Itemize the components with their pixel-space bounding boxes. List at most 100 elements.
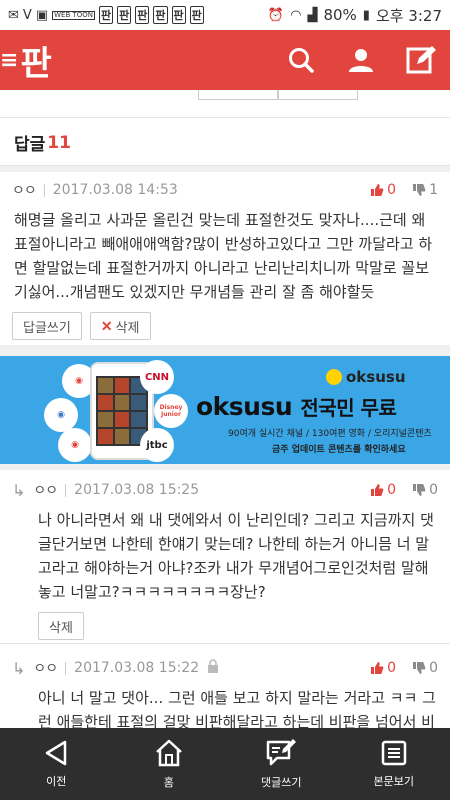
comment-nickname[interactable]: ㅇㅇ [33, 480, 58, 500]
delete-button[interactable]: 삭제 [38, 612, 84, 640]
nav-home[interactable]: 홈 [113, 728, 226, 800]
search-button[interactable] [284, 43, 318, 77]
channel-logo: ◉ [58, 428, 92, 462]
comment-body: 아니 너 말고 댓아... 그런 애들 보고 하지 말라는 거라고 ㅋㅋ 그런 … [38, 689, 436, 728]
profile-button[interactable] [344, 43, 378, 77]
nav-write-comment-label: 댓글쓰기 [261, 776, 302, 789]
upvote-button[interactable]: 0 [370, 660, 396, 676]
nav-view-article[interactable]: 본문보기 [338, 728, 450, 800]
pan-notification-icon: 판 [135, 6, 150, 24]
lock-icon [207, 659, 219, 677]
oksusu-logo-icon [326, 369, 342, 385]
delete-button[interactable]: ✕ 삭제 [89, 312, 151, 340]
upvote-button[interactable]: 0 [370, 182, 396, 198]
webtoon-icon: WEB TOON [52, 10, 96, 20]
app-header: ≡ 판 [0, 30, 450, 90]
downvote-count: 1 [429, 182, 438, 198]
upvote-count: 0 [387, 660, 397, 676]
comment-body: 나 아니라면서 왜 내 댓에와서 이 난리인데? 그리고 지금까지 댓글단거보면… [38, 511, 434, 601]
bottom-nav: 이전 홈 댓글쓰기 본문보기 [0, 728, 450, 800]
comment-date: 2017.03.08 15:25 [74, 482, 200, 498]
signal-icon: ▟ [307, 7, 318, 23]
divider [0, 643, 450, 644]
nav-home-label: 홈 [163, 776, 174, 789]
reply-count-header: 답글 11 [0, 120, 450, 166]
alarm-icon: ⏰ [267, 7, 285, 23]
upvote-count: 0 [387, 482, 397, 498]
upvote-button[interactable]: 0 [370, 482, 396, 498]
banner-headline-brand: oksusu [196, 392, 293, 421]
tab-remnant [278, 90, 358, 100]
comment-nickname[interactable]: ㅇㅇ [33, 658, 58, 678]
thumbs-down-icon [413, 484, 426, 496]
reply-button-label: 답글쓰기 [23, 319, 71, 335]
thumbs-up-icon [371, 184, 384, 196]
banner-line-1: 90여개 실시간 채널 / 130여편 영화 / 오리지널콘텐츠 [228, 429, 432, 439]
reply-count: 11 [47, 132, 71, 153]
compose-button[interactable] [404, 43, 438, 77]
tab-strip [0, 90, 450, 118]
clock: 오후 3:27 [375, 6, 442, 25]
close-icon: ✕ [100, 317, 113, 334]
thumbs-up-icon [371, 484, 384, 496]
oksusu-ad-banner[interactable]: ◉ ◉ ◉ CNN Disney Junior jtbc oksusu oksu… [0, 356, 450, 464]
chat-notification-icon: ✉ [8, 7, 19, 23]
downvote-button[interactable]: 0 [412, 660, 438, 676]
reply-arrow-icon: ↳ [12, 658, 26, 678]
divider [0, 464, 450, 470]
banner-line-2: 금주 업데이트 콘텐츠를 확인하세요 [272, 445, 406, 455]
nav-back[interactable]: 이전 [0, 728, 113, 800]
tab-remnant [198, 90, 278, 100]
banner-headline: oksusu 전국민 무료 [196, 392, 397, 421]
write-comment-icon [267, 739, 297, 766]
separator [43, 183, 45, 197]
downvote-count: 0 [429, 482, 438, 498]
downvote-count: 0 [429, 660, 438, 676]
downvote-button[interactable]: 1 [412, 182, 438, 198]
logo-text: 판 [20, 43, 52, 84]
back-icon [46, 740, 67, 766]
search-icon [289, 48, 314, 73]
home-icon [155, 739, 182, 767]
v-app-icon: V [22, 7, 32, 23]
nested-comment: ↳ ㅇㅇ 2017.03.08 15:25 0 0 나 아니라면서 왜 내 댓에… [0, 472, 450, 648]
downvote-button[interactable]: 0 [412, 482, 438, 498]
oksusu-brand-text: oksusu [346, 368, 406, 386]
pan-notification-icon: 판 [171, 6, 186, 24]
separator [65, 661, 67, 675]
nav-write-comment[interactable]: 댓글쓰기 [225, 728, 338, 800]
pan-notification-icon: 판 [117, 6, 132, 24]
nav-back-label: 이전 [46, 775, 67, 788]
gallery-icon: ▣ [35, 7, 49, 23]
disney-junior-logo: Disney Junior [154, 394, 188, 428]
menu-icon[interactable]: ≡ [0, 48, 18, 73]
nested-comment: ↳ ㅇㅇ 2017.03.08 15:22 0 0 아니 너 말고 댓아... … [0, 650, 450, 728]
separator [65, 483, 67, 497]
nav-view-article-label: 본문보기 [373, 775, 414, 788]
comment-date: 2017.03.08 15:22 [74, 660, 200, 676]
oksusu-brand: oksusu [326, 368, 406, 386]
thumbs-up-icon [371, 662, 384, 674]
thumbs-down-icon [413, 184, 426, 196]
compose-icon [406, 46, 436, 74]
banner-headline-rest: 전국민 무료 [300, 396, 397, 420]
comment: ㅇㅇ 2017.03.08 14:53 0 1 해명글 올리고 사과문 올린건 … [0, 172, 450, 348]
view-article-icon [381, 740, 406, 766]
thumbs-down-icon [413, 662, 426, 674]
comment-body: 해명글 올리고 사과문 올린건 맞는데 표절한것도 맞자나....근데 왜 표절… [14, 211, 433, 301]
comment-date: 2017.03.08 14:53 [52, 182, 178, 198]
pan-notification-icon: 판 [153, 6, 168, 24]
reply-button[interactable]: 답글쓰기 [12, 312, 82, 340]
comment-nickname[interactable]: ㅇㅇ [12, 180, 37, 200]
reply-arrow-icon: ↳ [12, 480, 26, 500]
reply-label: 답글 [14, 135, 46, 155]
cnn-logo: CNN [140, 360, 174, 394]
pan-notification-icon: 판 [189, 6, 204, 24]
jtbc-logo: jtbc [140, 428, 174, 462]
divider [0, 345, 450, 356]
delete-button-label: 삭제 [115, 319, 140, 335]
pan-notification-icon: 판 [99, 6, 114, 24]
battery-level: 80% [323, 6, 357, 24]
user-icon [349, 49, 373, 72]
pann-logo[interactable]: ≡ 판 [0, 36, 52, 85]
